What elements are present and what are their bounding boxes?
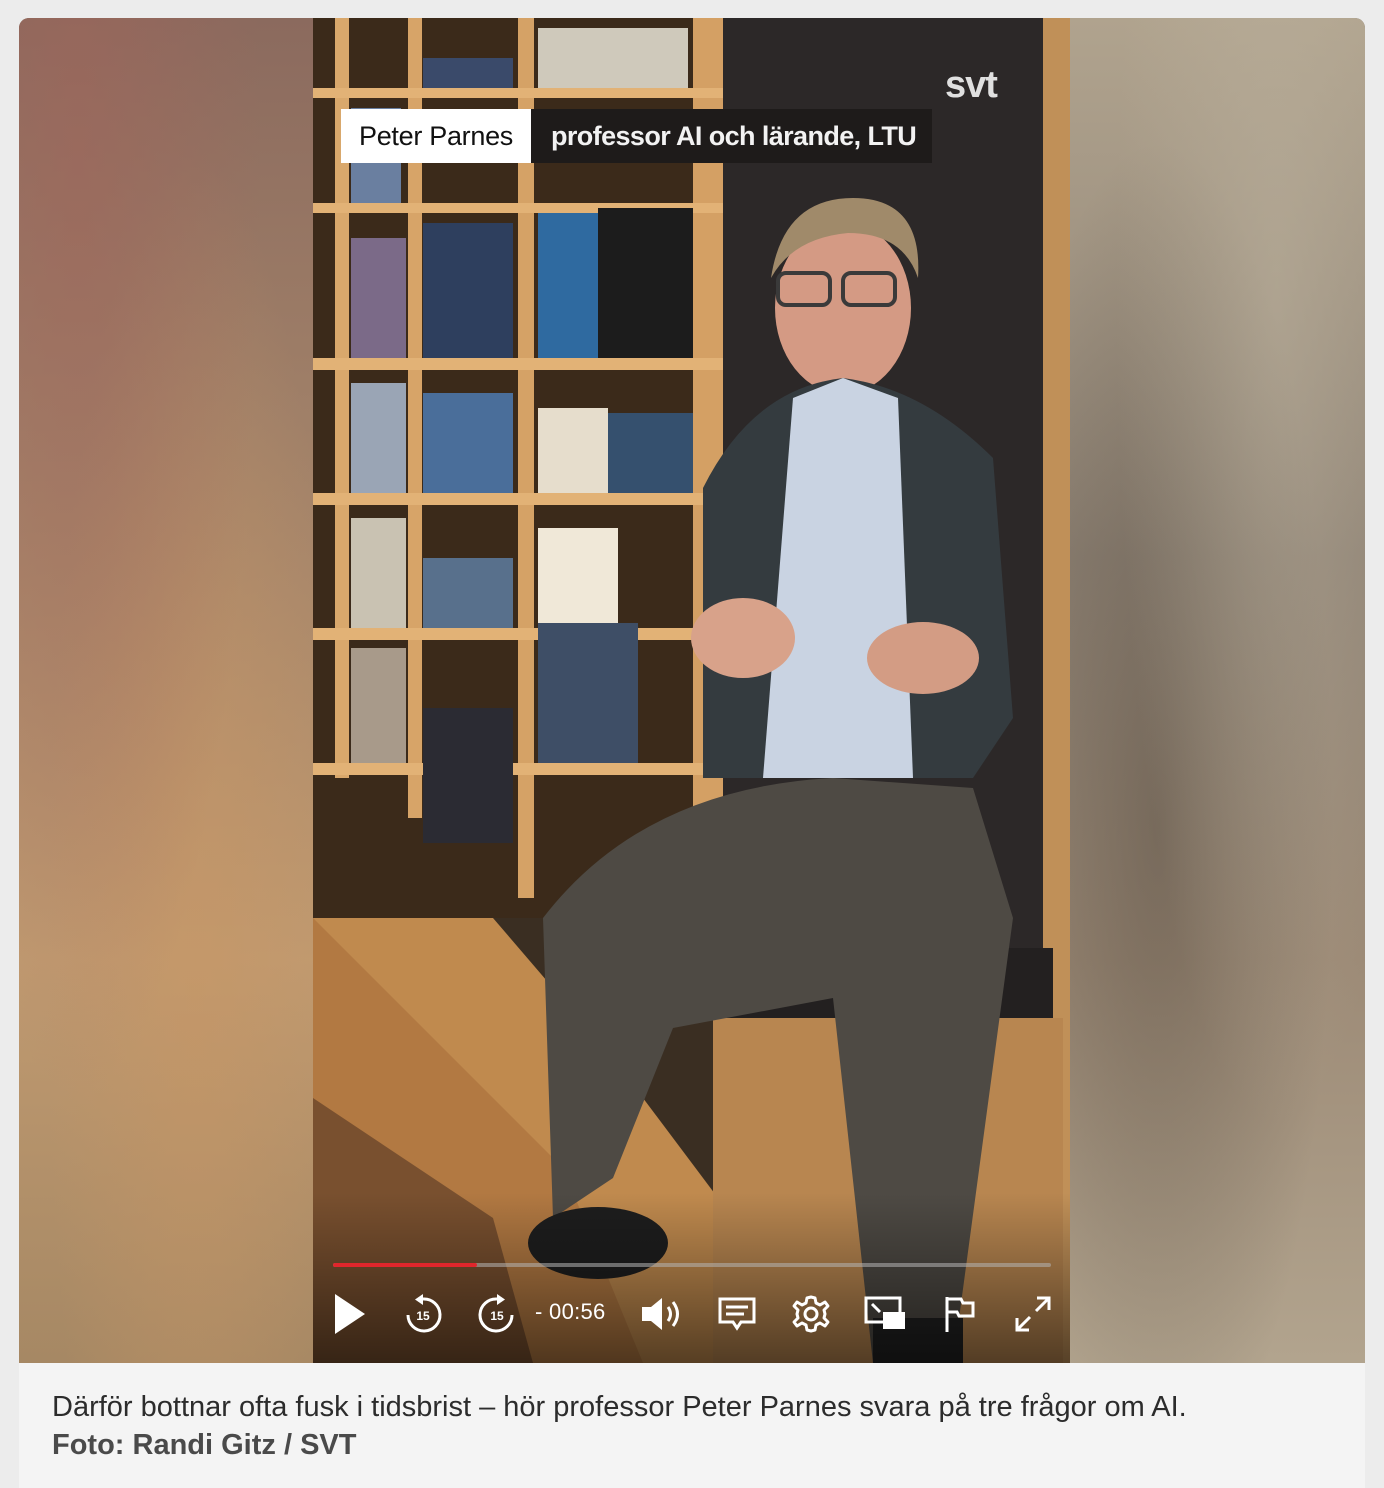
blurred-backdrop-right xyxy=(1070,18,1365,1363)
play-button[interactable] xyxy=(325,1290,373,1338)
picture-in-picture-button[interactable] xyxy=(861,1290,909,1338)
progress-bar[interactable] xyxy=(333,1263,1051,1267)
lower-third: Peter Parnes professor AI och lärande, L… xyxy=(341,109,933,163)
forward-15-icon: 15 xyxy=(478,1294,514,1333)
report-button[interactable] xyxy=(935,1290,983,1338)
media-caption: Därför bottnar ofta fusk i tidsbrist – h… xyxy=(52,1388,1342,1464)
rewind-15-button[interactable]: 15 xyxy=(399,1290,447,1338)
time-remaining: - 00:56 xyxy=(535,1299,606,1324)
progress-played xyxy=(333,1263,477,1267)
svg-text:15: 15 xyxy=(490,1309,504,1323)
settings-gear-icon xyxy=(792,1295,830,1333)
caption-text: Därför bottnar ofta fusk i tidsbrist – h… xyxy=(52,1391,1187,1423)
volume-icon xyxy=(642,1298,679,1330)
fullscreen-button[interactable] xyxy=(1009,1290,1057,1338)
rewind-15-icon: 15 xyxy=(406,1294,442,1333)
picture-in-picture-icon xyxy=(864,1296,905,1329)
volume-button[interactable] xyxy=(639,1290,687,1338)
lower-third-title: professor AI och lärande, LTU xyxy=(530,109,933,163)
flag-icon xyxy=(945,1297,975,1332)
photo-credit: Foto: Randi Gitz / SVT xyxy=(52,1429,357,1461)
svt-logo: svt xyxy=(945,64,998,106)
svg-text:15: 15 xyxy=(416,1309,430,1323)
fullscreen-icon xyxy=(1015,1296,1051,1332)
video-backdrop: Peter Parnes professor AI och lärande, L… xyxy=(19,18,1365,1363)
video-player[interactable]: Peter Parnes professor AI och lärande, L… xyxy=(313,18,1070,1363)
settings-button[interactable] xyxy=(787,1290,835,1338)
forward-15-button[interactable]: 15 xyxy=(473,1290,521,1338)
lower-third-name: Peter Parnes xyxy=(341,109,531,163)
video-frame xyxy=(313,18,1070,1363)
blurred-backdrop-left xyxy=(19,18,313,1363)
play-icon xyxy=(335,1294,365,1334)
subtitles-icon xyxy=(718,1297,756,1331)
media-card: Peter Parnes professor AI och lärande, L… xyxy=(19,18,1365,1488)
subtitles-button[interactable] xyxy=(713,1290,761,1338)
